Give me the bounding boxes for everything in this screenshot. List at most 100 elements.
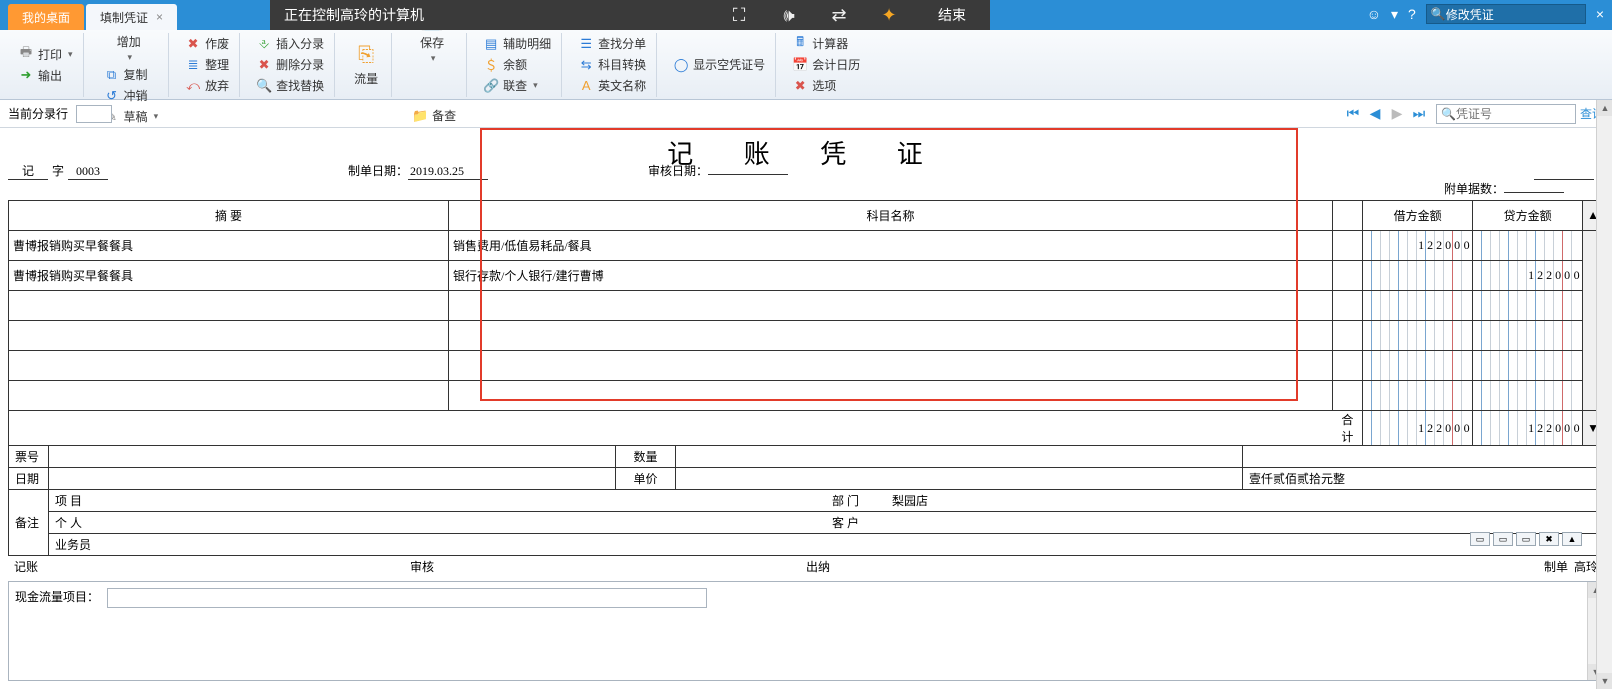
scroll-up-icon[interactable]: ▲ [1597,100,1612,116]
make-date-field: 制单日期： 2019.03.25 [348,162,488,180]
table-row[interactable] [9,321,1604,351]
balance-button[interactable]: ＄余额 [479,55,555,74]
cell-aux[interactable] [1333,381,1363,411]
cell-debit[interactable] [1363,381,1473,411]
tiny-btn-5[interactable]: ▲ [1562,532,1582,546]
voucher-number[interactable]: 0003 [68,164,108,180]
transfer-icon[interactable]: ⇄ [828,4,850,26]
tidy-icon: ≣ [185,57,201,73]
header-account: 科目名称 [449,201,1333,231]
nav-first-icon[interactable]: ⏮ [1344,105,1362,123]
calendar-button[interactable]: 📅会计日历 [788,55,864,74]
cell-credit[interactable] [1473,321,1583,351]
cell-summary[interactable] [9,291,449,321]
fullscreen-icon[interactable]: ⛶ [728,4,750,26]
flow-button[interactable]: ⎘流量 [347,40,385,89]
remote-icons: ⛶ 🕪 ⇄ ✦ 结束 [728,4,976,26]
options-button[interactable]: ✖选项 [788,76,864,95]
voucher-no-input[interactable] [1456,107,1566,121]
link-button[interactable]: 🔗联查▾ [479,76,555,95]
tiny-btn-4[interactable]: ✖ [1539,532,1559,546]
nav-prev-icon[interactable]: ◀ [1366,105,1384,123]
cell-aux[interactable] [1333,291,1363,321]
discard-button[interactable]: ⤺放弃 [181,76,233,95]
cell-summary[interactable]: 曹博报销购买早餐餐具 [9,231,449,261]
eng-name-button[interactable]: A英文名称 [574,76,650,95]
backup-button[interactable]: 📁备查 [408,106,460,125]
make-date-value[interactable]: 2019.03.25 [408,164,488,180]
nav-last-icon[interactable]: ⏭ [1410,105,1428,123]
cashflow-input[interactable] [107,588,707,608]
calc-button[interactable]: 🖩计算器 [788,34,864,53]
cell-account[interactable] [449,381,1333,411]
cell-aux[interactable] [1333,321,1363,351]
cell-summary[interactable] [9,381,449,411]
find-split-button[interactable]: ☰查找分单 [574,34,650,53]
offset-button[interactable]: ↺冲销 [100,86,163,105]
table-row[interactable] [9,291,1604,321]
scroll-down-icon[interactable]: ▼ [1597,673,1612,689]
cell-summary[interactable] [9,321,449,351]
top-search[interactable]: 🔍 [1426,4,1586,24]
clear-search-icon[interactable]: × [1596,6,1604,22]
cell-account[interactable] [449,291,1333,321]
dropdown-icon[interactable]: ▾ [1391,6,1398,23]
cell-aux[interactable] [1333,351,1363,381]
smile-icon[interactable]: ☺ [1367,6,1381,22]
tiny-btn-2[interactable]: ▭ [1493,532,1513,546]
cell-credit[interactable] [1473,231,1583,261]
print-button[interactable]: 🖶打印▾ [14,45,77,64]
cell-account[interactable] [449,321,1333,351]
show-empty-button[interactable]: ◯显示空凭证号 [669,55,769,74]
void-button[interactable]: ✖作废 [181,34,233,53]
table-row[interactable] [9,351,1604,381]
close-icon[interactable]: × [156,10,163,24]
cell-account[interactable] [449,351,1333,381]
attach-value[interactable] [1504,192,1564,193]
main-scrollbar[interactable]: ▲ ▼ [1596,100,1612,689]
blank-field [1534,162,1594,180]
tiny-btn-1[interactable]: ▭ [1470,532,1490,546]
cell-account[interactable]: 银行存款/个人银行/建行曹博 [449,261,1333,291]
cell-credit[interactable] [1473,291,1583,321]
cell-credit[interactable]: 122000 [1473,261,1583,291]
cell-summary[interactable]: 曹博报销购买早餐餐具 [9,261,449,291]
export-button[interactable]: ➜输出 [14,66,77,85]
table-row[interactable]: 曹博报销购买早餐餐具银行存款/个人银行/建行曹博 122000 [9,261,1604,291]
end-remote-button[interactable]: 结束 [928,5,976,25]
cell-debit[interactable] [1363,351,1473,381]
cell-account[interactable]: 销售费用/低值易耗品/餐具 [449,231,1333,261]
cell-credit[interactable] [1473,381,1583,411]
acct-switch-button[interactable]: ⇆科目转换 [574,55,650,74]
current-line-input[interactable] [76,105,112,123]
insert-line-button[interactable]: ⎀插入分录 [252,34,328,53]
delete-line-button[interactable]: ✖删除分录 [252,55,328,74]
top-search-input[interactable] [1446,7,1566,21]
cell-summary[interactable] [9,351,449,381]
cell-debit[interactable] [1363,291,1473,321]
cell-credit[interactable] [1473,351,1583,381]
sound-icon[interactable]: 🕪 [778,4,800,26]
table-row[interactable] [9,381,1604,411]
help-icon[interactable]: ? [1408,6,1416,22]
cell-debit[interactable] [1363,321,1473,351]
audit-date-field: 审核日期： [648,162,788,180]
star-icon[interactable]: ✦ [878,4,900,26]
tab-voucher[interactable]: 填制凭证 × [86,4,177,30]
table-row[interactable]: 曹博报销购买早餐餐具销售费用/低值易耗品/餐具 122000 [9,231,1604,261]
voucher-word: 记 字 0003 [8,162,108,180]
nav-next-icon[interactable]: ▶ [1388,105,1406,123]
cell-aux[interactable] [1333,231,1363,261]
aux-detail-button[interactable]: ▤辅助明细 [479,34,555,53]
qty-label: 数量 [616,446,676,467]
cell-aux[interactable] [1333,261,1363,291]
voucher-no-box[interactable]: 🔍 [1436,104,1576,124]
tiny-btn-3[interactable]: ▭ [1516,532,1536,546]
cell-debit[interactable]: 122000 [1363,231,1473,261]
tab-home[interactable]: 我的桌面 [8,4,84,30]
total-credit: 122000 [1473,411,1583,446]
cell-debit[interactable] [1363,261,1473,291]
copy-button[interactable]: ⧉复制 [100,65,163,84]
tidy-button[interactable]: ≣整理 [181,55,233,74]
find-replace-button[interactable]: 🔍查找替换 [252,76,328,95]
